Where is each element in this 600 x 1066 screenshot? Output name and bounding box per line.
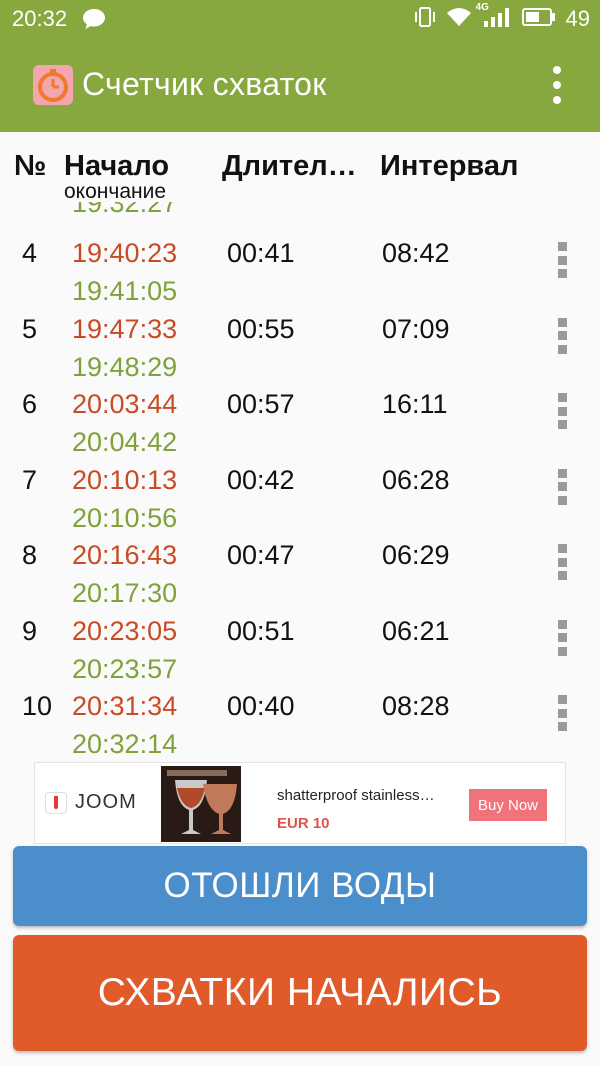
row-duration: 00:47 — [227, 540, 295, 570]
network-type-label: 4G — [475, 1, 489, 13]
row-interval: 07:09 — [382, 313, 450, 344]
row-menu-icon[interactable] — [555, 468, 569, 505]
table-row[interactable]: 4 19:40:23 19:41:05 00:41 08:42 — [0, 202, 600, 306]
header-number: № — [14, 150, 47, 182]
buy-now-button[interactable]: Buy Now — [469, 789, 547, 821]
row-interval: 06:28 — [382, 464, 450, 495]
wifi-icon — [446, 6, 472, 33]
header-end: окончание — [64, 180, 167, 203]
row-duration: 00:57 — [227, 389, 295, 419]
row-interval: 08:28 — [382, 691, 450, 721]
row-duration: 00:41 — [227, 238, 295, 268]
row-number: 4 — [22, 238, 38, 268]
table-row[interactable]: 6 20:03:44 20:04:42 00:57 16:11 — [0, 353, 600, 457]
app-bar: Счетчик схваток — [0, 38, 600, 132]
ad-price: EUR 10 — [277, 815, 330, 832]
ad-brand-label: JOOM — [75, 791, 137, 813]
battery-percent: 49 — [565, 6, 590, 31]
row-end-time: 20:32:14 — [72, 729, 178, 758]
row-duration: 00:42 — [227, 464, 295, 495]
overflow-menu-icon[interactable] — [552, 66, 562, 104]
row-number: 7 — [22, 464, 38, 495]
row-number: 9 — [22, 615, 38, 646]
joom-logo-icon — [45, 791, 67, 814]
row-menu-icon[interactable] — [555, 619, 569, 656]
ad-product-image — [161, 766, 241, 842]
contractions-started-button[interactable]: СХВАТКИ НАЧАЛИСЬ — [13, 935, 587, 1051]
row-duration: 00:51 — [227, 615, 295, 646]
row-interval: 06:29 — [382, 540, 450, 570]
row-menu-icon[interactable] — [555, 695, 569, 731]
row-start-time: 20:16:43 — [72, 540, 178, 570]
row-start-time: 20:23:05 — [72, 615, 178, 646]
row-interval: 08:42 — [382, 238, 450, 268]
vibrate-icon — [414, 6, 436, 33]
row-start-time: 20:10:13 — [72, 464, 178, 495]
ad-product-title: shatterproof stainless… — [277, 787, 435, 804]
status-time: 20:32 — [12, 6, 68, 31]
app-title: Счетчик схваток — [82, 66, 327, 102]
table-row[interactable]: 9 20:23:05 20:23:57 00:51 06:21 — [0, 580, 600, 684]
battery-icon — [521, 7, 556, 32]
row-interval: 16:11 — [382, 389, 448, 419]
table-row[interactable]: 5 19:47:33 19:48:29 00:55 07:09 — [0, 278, 600, 382]
chat-icon — [82, 8, 106, 35]
ad-brand: JOOM — [45, 791, 137, 814]
ad-banner[interactable]: JOOM shatterproof stainless… EUR 10 Buy … — [34, 762, 566, 844]
row-start-time: 20:03:44 — [72, 389, 178, 419]
signal-icon: 4G — [476, 2, 512, 33]
header-start: Начало — [64, 150, 170, 182]
table-row[interactable]: 10 20:31:34 20:32:14 00:40 08:28 — [0, 655, 600, 758]
row-number: 6 — [22, 389, 38, 419]
row-start-time: 20:31:34 — [72, 691, 178, 721]
row-number: 8 — [22, 540, 38, 570]
row-menu-icon[interactable] — [555, 393, 569, 429]
status-icons: 4G 49 — [414, 2, 590, 33]
row-number: 10 — [22, 691, 53, 721]
table-row[interactable]: 7 20:10:13 20:10:56 00:42 06:28 — [0, 429, 600, 533]
header-duration: Длител… — [222, 150, 357, 182]
stopwatch-icon — [32, 64, 74, 106]
row-start-time: 19:40:23 — [72, 238, 178, 268]
row-menu-icon[interactable] — [555, 242, 569, 278]
row-start-time: 19:47:33 — [72, 313, 178, 344]
row-interval: 06:21 — [382, 615, 450, 646]
row-number: 5 — [22, 313, 38, 344]
header-interval: Интервал — [380, 150, 519, 182]
row-menu-icon[interactable] — [555, 317, 569, 354]
water-broke-button[interactable]: ОТОШЛИ ВОДЫ — [13, 846, 587, 926]
status-bar: 20:32 4G 49 — [0, 0, 600, 38]
table-row[interactable]: 8 20:16:43 20:17:30 00:47 06:29 — [0, 504, 600, 608]
contractions-list[interactable]: 19:32:27 4 19:40:23 19:41:05 00:41 08:42… — [0, 202, 600, 758]
row-menu-icon[interactable] — [555, 544, 569, 580]
table-header: № Начало окончание Длител… Интервал — [0, 132, 600, 207]
row-duration: 00:55 — [227, 313, 295, 344]
row-duration: 00:40 — [227, 691, 295, 721]
